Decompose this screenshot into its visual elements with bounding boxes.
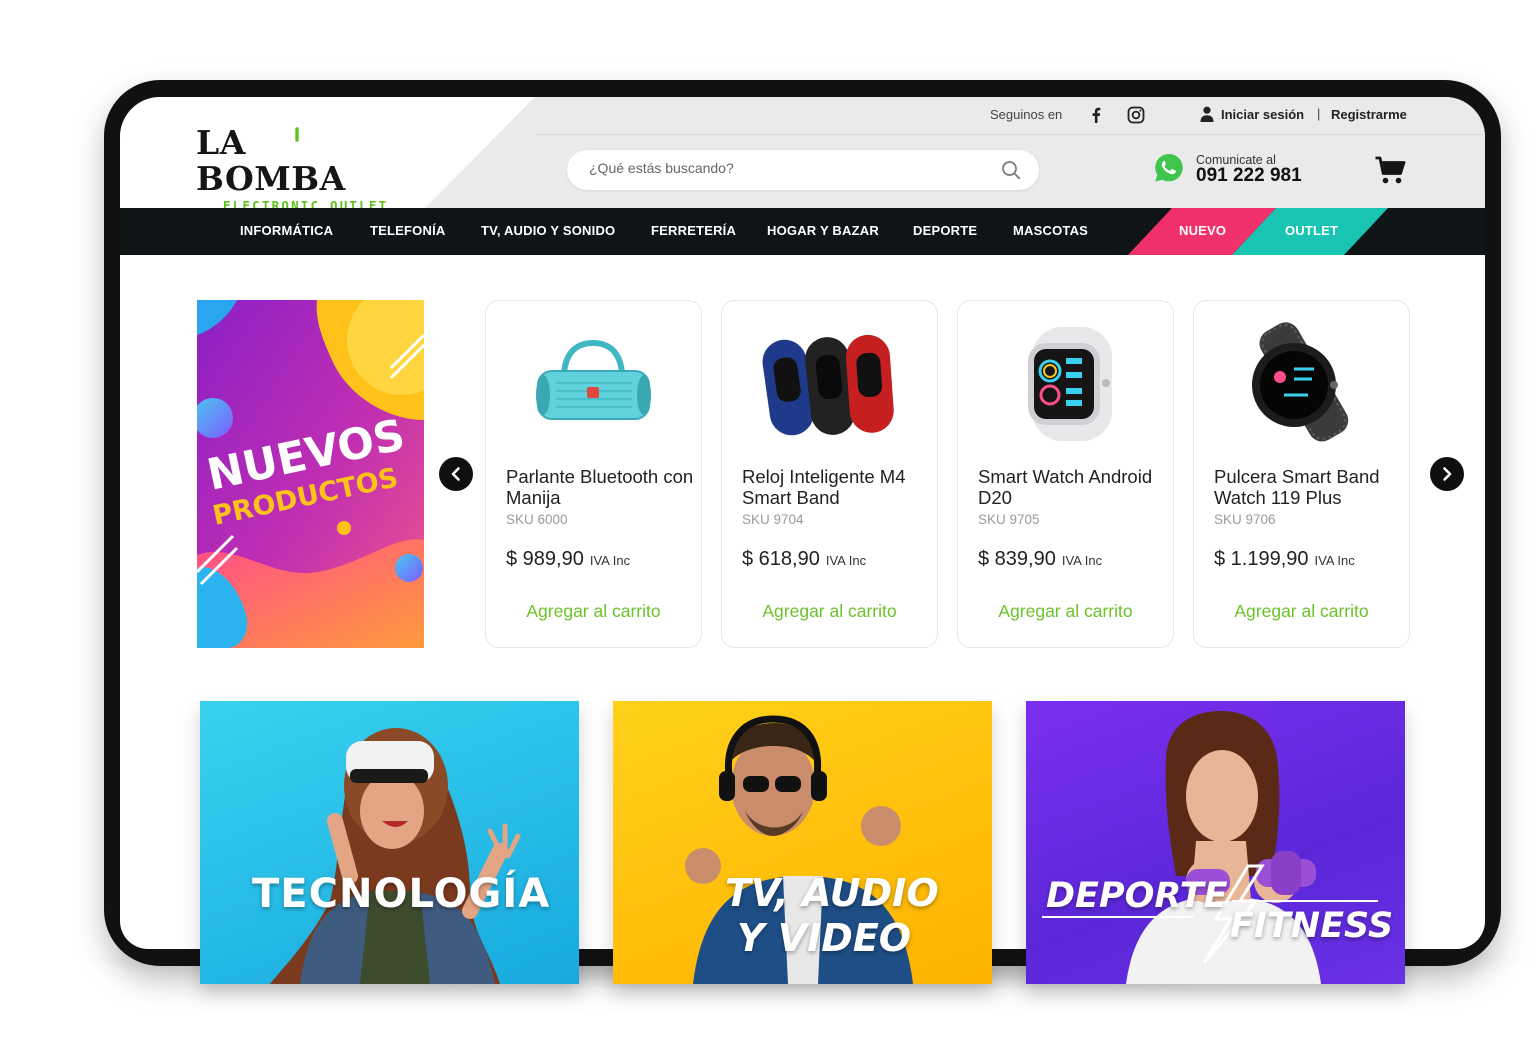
price-value: $ 1.199,90 xyxy=(1214,548,1309,570)
product-name[interactable]: Parlante Bluetooth con Manija xyxy=(506,466,696,508)
header-divider xyxy=(535,134,1485,135)
smart-band-image xyxy=(762,334,894,436)
user-icon xyxy=(1200,106,1214,122)
add-to-cart-button[interactable]: Agregar al carrito xyxy=(958,601,1173,622)
product-name[interactable]: Pulcera Smart Band Watch 119 Plus xyxy=(1214,466,1404,508)
register-link[interactable]: Registrarme xyxy=(1331,107,1407,122)
power-icon xyxy=(295,127,299,142)
category-audio-line-2: Y VIDEO xyxy=(737,916,912,960)
product-price: $ 1.199,90 IVA Inc xyxy=(1214,548,1355,571)
add-to-cart-button[interactable]: Agregar al carrito xyxy=(1194,601,1409,622)
price-tax-note: IVA Inc xyxy=(1314,553,1355,568)
shopping-cart-icon[interactable] xyxy=(1374,155,1406,185)
carousel-next-button[interactable] xyxy=(1430,457,1464,491)
nav-deporte[interactable]: DEPORTE xyxy=(913,223,977,238)
new-products-banner[interactable]: NUEVOS PRODUCTOS xyxy=(197,300,424,648)
product-name[interactable]: Smart Watch Android D20 xyxy=(978,466,1168,508)
nav-telefonia[interactable]: TELEFONÍA xyxy=(370,223,445,238)
price-tax-note: IVA Inc xyxy=(589,553,631,568)
brand-logo[interactable]: LA BOMBA ELECTRONIC OUTLET xyxy=(196,125,396,214)
product-sku: SKU 6000 xyxy=(506,512,568,527)
nav-hogar-bazar[interactable]: HOGAR Y BAZAR xyxy=(767,223,879,238)
nav-mascotas[interactable]: MASCOTAS xyxy=(1013,223,1088,238)
category-sport-line-2: FITNESS xyxy=(1230,906,1394,946)
category-technology-tile[interactable]: TECNOLOGÍA xyxy=(200,701,579,984)
facebook-icon[interactable] xyxy=(1086,105,1106,125)
price-value: $ 839,90 xyxy=(978,548,1056,570)
add-to-cart-button[interactable]: Agregar al carrito xyxy=(486,601,701,622)
price-value: $ 989,90 xyxy=(506,548,584,570)
chevron-left-icon xyxy=(451,467,460,481)
category-technology-label: TECNOLOGÍA xyxy=(252,871,551,917)
whatsapp-icon[interactable] xyxy=(1153,152,1185,184)
add-to-cart-button[interactable]: Agregar al carrito xyxy=(722,601,937,622)
speaker-image xyxy=(536,339,651,420)
category-tv-audio-video-tile[interactable]: TV, AUDIO Y VIDEO xyxy=(613,701,992,984)
category-sport-fitness-tile[interactable]: DEPORTE FITNESS xyxy=(1026,701,1405,984)
price-tax-note: IVA Inc xyxy=(1061,553,1103,568)
search-icon[interactable] xyxy=(1001,160,1021,180)
smart-watch-image xyxy=(1028,327,1112,441)
round-watch-image xyxy=(1252,322,1349,442)
auth-separator: | xyxy=(1317,106,1321,121)
product-sku: SKU 9704 xyxy=(742,512,804,527)
product-price: $ 989,90 IVA Inc xyxy=(506,548,630,571)
search-input[interactable] xyxy=(589,160,989,176)
price-tax-note: IVA Inc xyxy=(825,553,867,568)
nav-nuevo-label[interactable]: NUEVO xyxy=(1179,223,1226,238)
product-price: $ 839,90 IVA Inc xyxy=(978,548,1102,571)
category-audio-line-1: TV, AUDIO xyxy=(725,871,939,915)
product-card[interactable]: Reloj Inteligente M4 Smart Band SKU 9704… xyxy=(721,300,938,648)
login-link[interactable]: Iniciar sesión xyxy=(1221,107,1304,122)
nav-ferreteria[interactable]: FERRETERÍA xyxy=(651,223,736,238)
search-bar xyxy=(567,150,1039,190)
price-value: $ 618,90 xyxy=(742,548,820,570)
product-sku: SKU 9705 xyxy=(978,512,1040,527)
product-card[interactable]: Parlante Bluetooth con Manija SKU 6000 $… xyxy=(485,300,702,648)
contact-phone[interactable]: 091 222 981 xyxy=(1196,165,1302,187)
instagram-icon[interactable] xyxy=(1126,105,1146,125)
follow-us-label: Seguinos en xyxy=(990,107,1063,122)
carousel-prev-button[interactable] xyxy=(439,457,473,491)
vr-person-illustration xyxy=(270,728,521,984)
nav-informatica[interactable]: INFORMÁTICA xyxy=(240,223,333,238)
main-navigation: INFORMÁTICA TELEFONÍA TV, AUDIO Y SONIDO… xyxy=(120,208,1485,255)
nav-outlet-label[interactable]: OUTLET xyxy=(1285,223,1338,238)
product-price: $ 618,90 IVA Inc xyxy=(742,548,866,571)
product-card[interactable]: Smart Watch Android D20 SKU 9705 $ 839,9… xyxy=(957,300,1174,648)
product-name[interactable]: Reloj Inteligente M4 Smart Band xyxy=(742,466,932,508)
category-sport-line-1: DEPORTE xyxy=(1046,876,1228,916)
product-sku: SKU 9706 xyxy=(1214,512,1276,527)
chevron-right-icon xyxy=(1443,467,1452,481)
nav-tv-audio-sonido[interactable]: TV, AUDIO Y SONIDO xyxy=(481,223,615,238)
product-card[interactable]: Pulcera Smart Band Watch 119 Plus SKU 97… xyxy=(1193,300,1410,648)
